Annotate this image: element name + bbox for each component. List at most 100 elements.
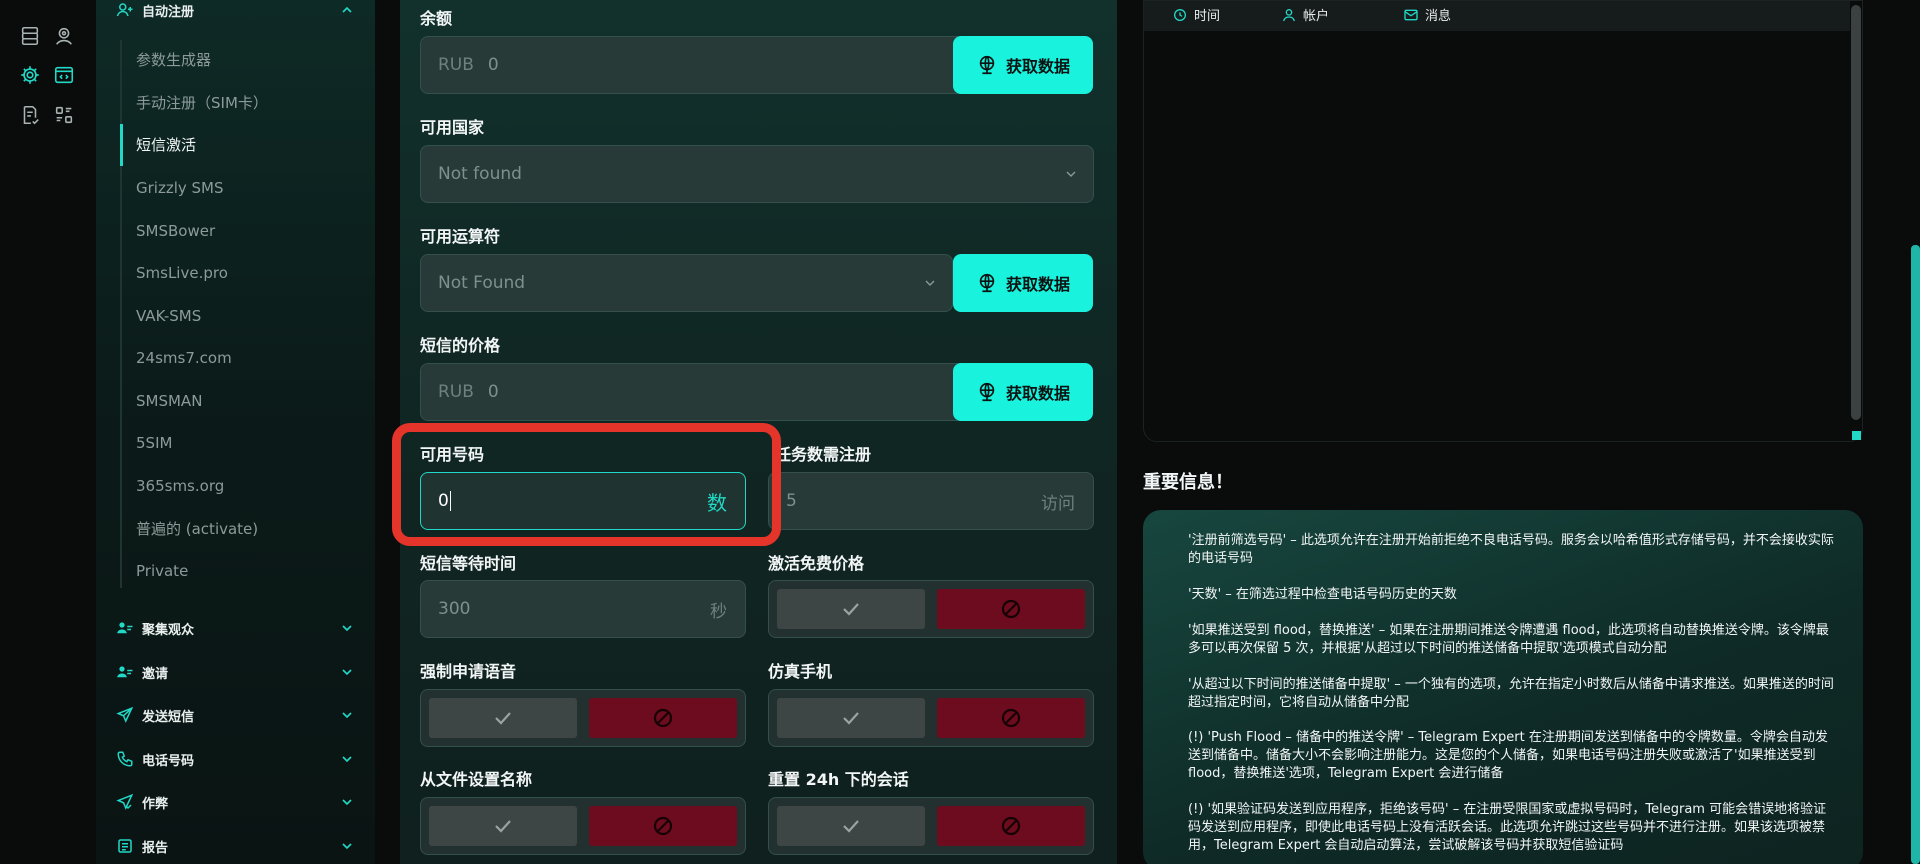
sidebar-section-auto-register[interactable]: 自动注册 xyxy=(116,0,355,24)
chevron-down-icon xyxy=(922,275,938,291)
document-check-icon[interactable] xyxy=(19,104,41,126)
sidebar-subtree-line xyxy=(120,40,122,588)
users-icon xyxy=(116,619,134,637)
log-tab-label: 时间 xyxy=(1194,9,1221,24)
phone-icon xyxy=(116,750,134,768)
chevron-down-icon[interactable] xyxy=(339,707,355,723)
icon-rail xyxy=(0,0,96,864)
check-icon xyxy=(843,603,859,616)
toggle-yes-button[interactable] xyxy=(429,698,577,738)
chevron-down-icon[interactable] xyxy=(339,664,355,680)
globe-icon xyxy=(976,381,998,403)
sidebar-item-param-generator[interactable]: 参数生成器 xyxy=(136,45,365,75)
info-paragraph: '如果推送受到 flood，替换推送' – 如果在注册期间推送令牌遭遇 floo… xyxy=(1188,623,1829,656)
sms-wait-input[interactable]: 300 秒 xyxy=(420,580,746,638)
reset-sessions-toggle[interactable] xyxy=(768,797,1094,855)
toggle-no-button[interactable] xyxy=(589,698,737,738)
name-from-file-toggle[interactable] xyxy=(420,797,746,855)
forbidden-icon xyxy=(1001,599,1021,619)
chevron-down-icon[interactable] xyxy=(339,620,355,636)
chevron-up-icon[interactable] xyxy=(339,2,355,18)
balance-field[interactable]: RUB 0 xyxy=(420,36,965,94)
sidebar-item-vak-sms[interactable]: VAK-SMS xyxy=(136,301,365,331)
log-tab-label: 帐户 xyxy=(1303,9,1330,24)
sidebar-section-label: 邀请 xyxy=(142,666,169,682)
info-paragraph: '注册前筛选号码' – 此选项允许在注册开始前拒绝不良电话号码。服务会以哈希值形… xyxy=(1188,533,1834,566)
toggle-no-button[interactable] xyxy=(937,806,1085,846)
sidebar-item-365sms[interactable]: 365sms.org xyxy=(136,471,365,501)
tasks-value: 5 xyxy=(786,491,797,511)
resize-handle[interactable] xyxy=(1852,431,1861,440)
gear-icon[interactable] xyxy=(19,64,41,86)
sidebar-section-label: 聚集观众 xyxy=(142,622,195,638)
mail-icon xyxy=(1403,7,1419,23)
sidebar-item-5sim[interactable]: 5SIM xyxy=(136,428,365,458)
toggle-no-button[interactable] xyxy=(589,806,737,846)
sidebar-item-private[interactable]: Private xyxy=(136,556,365,586)
chevron-down-icon[interactable] xyxy=(339,838,355,854)
toggle-yes-button[interactable] xyxy=(777,698,925,738)
fetch-balance-button[interactable]: 获取数据 xyxy=(953,36,1093,94)
toggle-no-button[interactable] xyxy=(937,698,1085,738)
log-tab-time[interactable]: 时间 xyxy=(1172,5,1220,24)
clock-icon xyxy=(1172,7,1188,23)
currency-prefix: RUB xyxy=(438,382,474,402)
database-icon[interactable] xyxy=(19,25,41,47)
free-price-toggle[interactable] xyxy=(768,580,1094,638)
sidebar-section-label: 电话号码 xyxy=(142,753,195,769)
sidebar-section-cheat[interactable]: 作弊 xyxy=(116,788,355,816)
sidebar-section-label: 自动注册 xyxy=(142,4,195,20)
fetch-label: 获取数据 xyxy=(1005,275,1070,294)
sidebar-item-smsbower[interactable]: SMSBower xyxy=(136,216,365,246)
report-icon xyxy=(116,837,134,855)
sms-price-value: 0 xyxy=(487,382,499,402)
sidebar-item-smsman[interactable]: SMSMAN xyxy=(136,386,365,416)
user-icon xyxy=(1281,7,1297,23)
emulate-phone-toggle[interactable] xyxy=(768,689,1094,747)
toggle-no-button[interactable] xyxy=(937,589,1085,629)
sidebar-section-audience[interactable]: 聚集观众 xyxy=(116,614,355,642)
toggle-yes-button[interactable] xyxy=(777,806,925,846)
force-voice-toggle[interactable] xyxy=(420,689,746,747)
user-invite-icon xyxy=(116,663,134,681)
sidebar-section-send-sms[interactable]: 发送短信 xyxy=(116,701,355,729)
sidebar-item-24sms7[interactable]: 24sms7.com xyxy=(136,343,365,373)
emulate-phone-label: 仿真手机 xyxy=(768,662,833,681)
free-price-label: 激活免费价格 xyxy=(768,554,865,573)
toggle-yes-button[interactable] xyxy=(429,806,577,846)
operator-select[interactable]: Not Found xyxy=(420,254,953,312)
chevron-down-icon[interactable] xyxy=(339,751,355,767)
log-scrollbar[interactable] xyxy=(1851,5,1861,420)
forbidden-icon xyxy=(653,708,673,728)
toggle-yes-button[interactable] xyxy=(777,589,925,629)
sidebar-item-universal-activate[interactable]: 普遍的 (activate) xyxy=(136,514,365,544)
forbidden-icon xyxy=(1001,708,1021,728)
fetch-operators-button[interactable]: 获取数据 xyxy=(953,254,1093,312)
log-tab-message[interactable]: 消息 xyxy=(1403,5,1451,24)
sidebar-section-invite[interactable]: 邀请 xyxy=(116,658,355,686)
log-tab-account[interactable]: 帐户 xyxy=(1281,5,1329,24)
code-window-icon[interactable] xyxy=(53,64,75,86)
force-voice-label: 强制申请语音 xyxy=(420,662,517,681)
country-label: 可用国家 xyxy=(420,118,485,137)
page-scrollbar[interactable] xyxy=(1911,245,1920,864)
sidebar-item-manual-register[interactable]: 手动注册（SIM卡） xyxy=(136,88,365,118)
tasks-input[interactable]: 5 访问 xyxy=(768,472,1094,530)
globe-icon xyxy=(976,272,998,294)
send-check-icon xyxy=(116,793,134,811)
sidebar-item-smslive[interactable]: SmsLive.pro xyxy=(136,258,365,288)
currency-prefix: RUB xyxy=(438,55,474,75)
app-window: 自动注册 参数生成器 手动注册（SIM卡） 短信激活 Grizzly SMS S… xyxy=(0,0,1920,864)
sidebar-section-reports[interactable]: 报告 xyxy=(116,832,355,860)
user-location-icon[interactable] xyxy=(53,25,75,47)
fetch-sms-price-button[interactable]: 获取数据 xyxy=(953,363,1093,421)
sms-price-field[interactable]: RUB 0 xyxy=(420,363,965,421)
chevron-down-icon[interactable] xyxy=(339,794,355,810)
balance-label: 余额 xyxy=(420,9,453,28)
sidebar-item-sms-activation[interactable]: 短信激活 xyxy=(136,130,365,160)
sidebar-section-phone-numbers[interactable]: 电话号码 xyxy=(116,745,355,773)
layout-grid-icon[interactable] xyxy=(53,104,75,126)
sidebar-item-grizzly-sms[interactable]: Grizzly SMS xyxy=(136,173,365,203)
user-add-icon xyxy=(116,1,134,19)
country-select[interactable]: Not found xyxy=(420,145,1094,203)
